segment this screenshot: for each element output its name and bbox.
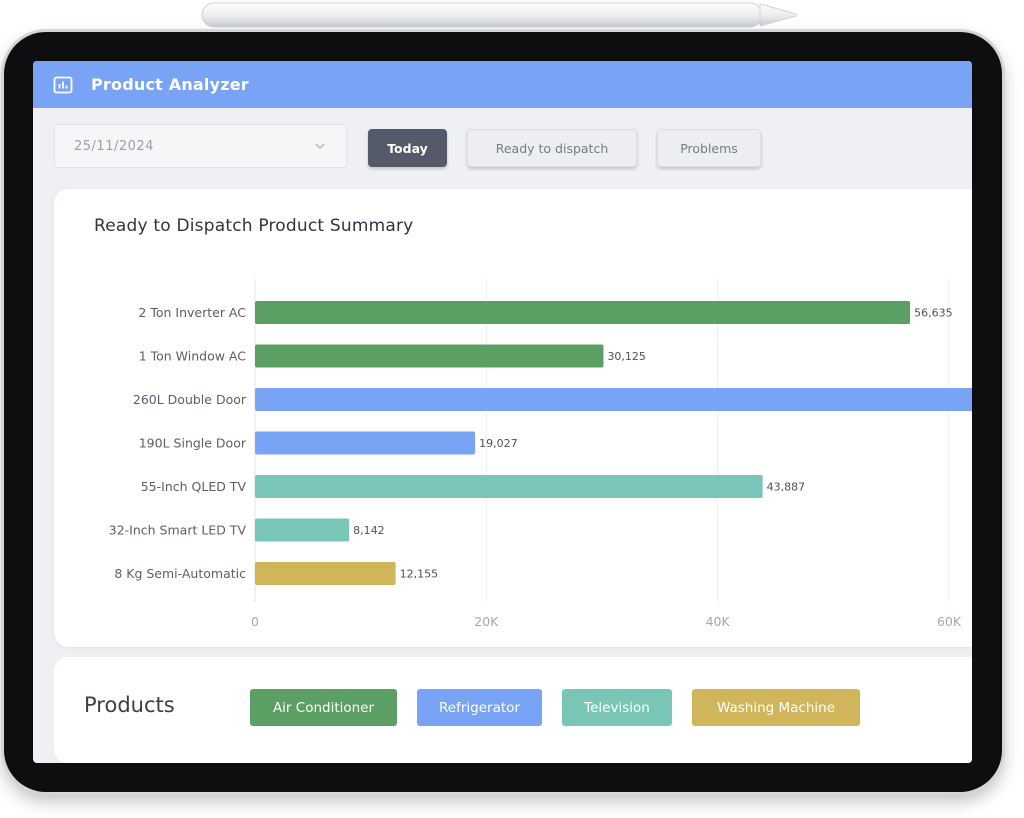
product-button-television[interactable]: Television [562, 689, 672, 726]
category-label: 8 Kg Semi-Automatic [114, 566, 246, 581]
products-label: Products [84, 693, 175, 717]
product-button-air-conditioner[interactable]: Air Conditioner [250, 689, 397, 726]
x-tick-label: 40K [706, 614, 731, 629]
product-button-refrigerator[interactable]: Refrigerator [417, 689, 542, 726]
bar-value-label: 8,142 [353, 524, 385, 537]
category-label: 1 Ton Window AC [139, 349, 247, 364]
date-value: 25/11/2024 [74, 138, 154, 154]
category-label: 32-Inch Smart LED TV [109, 523, 247, 538]
bar-value-label: 12,155 [400, 568, 439, 581]
app-title: Product Analyzer [91, 75, 249, 94]
bar[interactable] [255, 431, 476, 455]
app-header: Product Analyzer [33, 61, 972, 108]
date-select[interactable]: 25/11/2024 [54, 124, 347, 168]
bar[interactable] [255, 562, 396, 585]
category-label: 55-Inch QLED TV [141, 479, 247, 494]
bar-value-label: 19,027 [479, 437, 518, 450]
x-tick-label: 0 [251, 614, 259, 629]
today-button[interactable]: Today [368, 129, 447, 167]
app-screen: Product Analyzer 25/11/2024 Today Ready … [33, 61, 972, 763]
ready-to-dispatch-button[interactable]: Ready to dispatch [467, 129, 637, 167]
chevron-down-icon [315, 143, 325, 149]
stylus-pencil [200, 0, 800, 30]
tablet-frame: Product Analyzer 25/11/2024 Today Ready … [4, 32, 1002, 792]
bar[interactable] [255, 518, 350, 542]
bar-value-label: 56,635 [914, 307, 953, 320]
bar-value-label: 43,887 [767, 481, 806, 494]
product-button-washing-machine[interactable]: Washing Machine [692, 689, 860, 726]
problems-button[interactable]: Problems [657, 129, 761, 167]
x-tick-label: 20K [474, 614, 499, 629]
bar[interactable] [255, 301, 911, 324]
bar-value-label: 30,125 [607, 350, 646, 363]
category-label: 2 Ton Inverter AC [138, 305, 246, 320]
category-label: 260L Double Door [133, 392, 247, 407]
category-label: 190L Single Door [139, 436, 247, 451]
products-card: Products Air Conditioner Refrigerator Tele… [54, 657, 972, 763]
bar-chart: 0 20K 40K 60K 2 Ton Inverter AC 56,635 1 Ton W… [109, 279, 972, 629]
toolbar: 25/11/2024 Today Ready to dispatch Probl… [33, 108, 972, 182]
chart-card: Ready to Dispatch Product Summary 0 20K 40… [54, 189, 972, 647]
bar[interactable] [255, 388, 972, 411]
x-tick-label: 60K [937, 614, 962, 629]
bar[interactable] [255, 344, 604, 368]
bar[interactable] [255, 475, 763, 498]
chart-icon [53, 76, 73, 93]
